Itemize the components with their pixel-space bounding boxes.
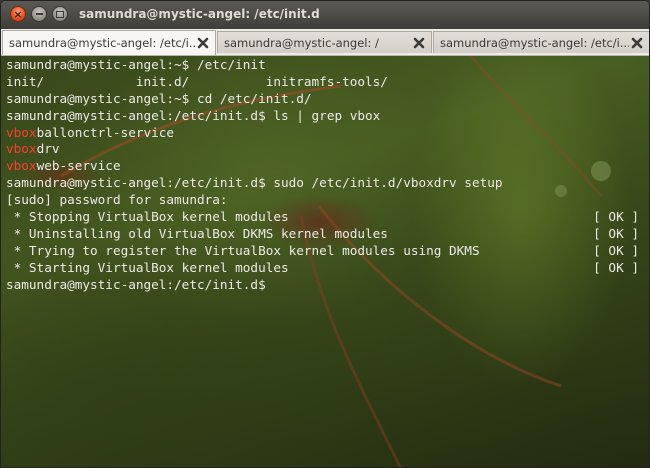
tab-label: samundra@mystic-angel: / bbox=[224, 35, 379, 50]
window-title: samundra@mystic-angel: /etc/init.d bbox=[79, 7, 320, 21]
terminal-line: [sudo] password for samundra: bbox=[6, 192, 639, 209]
terminal-output[interactable]: samundra@mystic-angel:~$ /etc/init init/ … bbox=[1, 56, 649, 467]
terminal-line: init/ init.d/ initramfs-tools/ bbox=[6, 74, 639, 91]
status-ok: [ OK ] bbox=[593, 242, 639, 258]
terminal-line: vboxweb-service bbox=[6, 158, 639, 175]
terminal-line: samundra@mystic-angel:/etc/init.d$ ls | … bbox=[6, 108, 639, 125]
line-text: * Trying to register the VirtualBox kern… bbox=[6, 242, 480, 258]
terminal-lines: samundra@mystic-angel:~$ /etc/init init/ … bbox=[6, 57, 639, 293]
status-ok: [ OK ] bbox=[593, 225, 639, 241]
status-ok: [ OK ] bbox=[593, 209, 639, 225]
line-text: web-service bbox=[36, 158, 121, 174]
line-text: samundra@mystic-angel:/etc/init.d$ bbox=[6, 276, 266, 292]
tab-3[interactable]: samundra@mystic-angel: /etc/i... bbox=[433, 31, 649, 53]
close-tab-icon[interactable] bbox=[411, 35, 427, 51]
line-text: samundra@mystic-angel:~$ /etc/init bbox=[6, 57, 266, 72]
line-text: samundra@mystic-angel:/etc/init.d$ ls | … bbox=[6, 107, 381, 123]
line-text: [sudo] password for samundra: bbox=[6, 192, 228, 208]
terminal-line: * Uninstalling old VirtualBox DKMS kerne… bbox=[6, 226, 639, 243]
line-text: * Uninstalling old VirtualBox DKMS kerne… bbox=[6, 225, 388, 241]
minimize-icon[interactable] bbox=[31, 6, 47, 22]
grep-match: vbox bbox=[6, 141, 37, 157]
close-tab-icon[interactable] bbox=[629, 35, 645, 51]
line-text: init/ init.d/ initramfs-tools/ bbox=[6, 73, 388, 89]
tab-1[interactable]: samundra@mystic-angel: /etc/i... bbox=[2, 30, 216, 55]
grep-match: vbox bbox=[6, 158, 37, 174]
terminal-window: × samundra@mystic-angel: /etc/init.d sam… bbox=[0, 0, 650, 468]
terminal-line: vboxdrv bbox=[6, 141, 639, 158]
terminal-line: samundra@mystic-angel:/etc/init.d$ sudo … bbox=[6, 175, 639, 192]
terminal-line: vboxballonctrl-service bbox=[6, 125, 639, 142]
terminal-line: samundra@mystic-angel:~$ cd /etc/init.d/ bbox=[6, 91, 639, 108]
grep-match: vbox bbox=[6, 124, 37, 140]
line-text: ballonctrl-service bbox=[36, 124, 175, 140]
line-text: * Stopping VirtualBox kernel modules bbox=[6, 209, 289, 225]
tab-label: samundra@mystic-angel: /etc/i... bbox=[9, 36, 195, 50]
terminal-line: * Stopping VirtualBox kernel modules [ OK… bbox=[6, 209, 639, 226]
close-tab-icon[interactable] bbox=[195, 35, 211, 51]
titlebar[interactable]: × samundra@mystic-angel: /etc/init.d bbox=[1, 1, 649, 29]
terminal-line: * Starting VirtualBox kernel modules [ OK… bbox=[6, 260, 639, 277]
line-text: drv bbox=[36, 141, 60, 157]
terminal-line: samundra@mystic-angel:/etc/init.d$ bbox=[6, 277, 639, 294]
line-text: * Starting VirtualBox kernel modules bbox=[6, 259, 289, 275]
line-text: samundra@mystic-angel:/etc/init.d$ sudo … bbox=[6, 175, 503, 191]
terminal-line: samundra@mystic-angel:~$ /etc/init bbox=[6, 57, 639, 74]
terminal-line: * Trying to register the VirtualBox kern… bbox=[6, 243, 639, 260]
tab-bar: samundra@mystic-angel: /etc/i... samundr… bbox=[1, 29, 649, 56]
close-icon[interactable]: × bbox=[10, 6, 26, 22]
tab-2[interactable]: samundra@mystic-angel: / bbox=[217, 31, 432, 53]
line-text: samundra@mystic-angel:~$ cd /etc/init.d/ bbox=[6, 90, 312, 106]
tab-label: samundra@mystic-angel: /etc/i... bbox=[440, 35, 629, 50]
maximize-icon[interactable] bbox=[52, 6, 68, 22]
status-ok: [ OK ] bbox=[593, 259, 639, 275]
